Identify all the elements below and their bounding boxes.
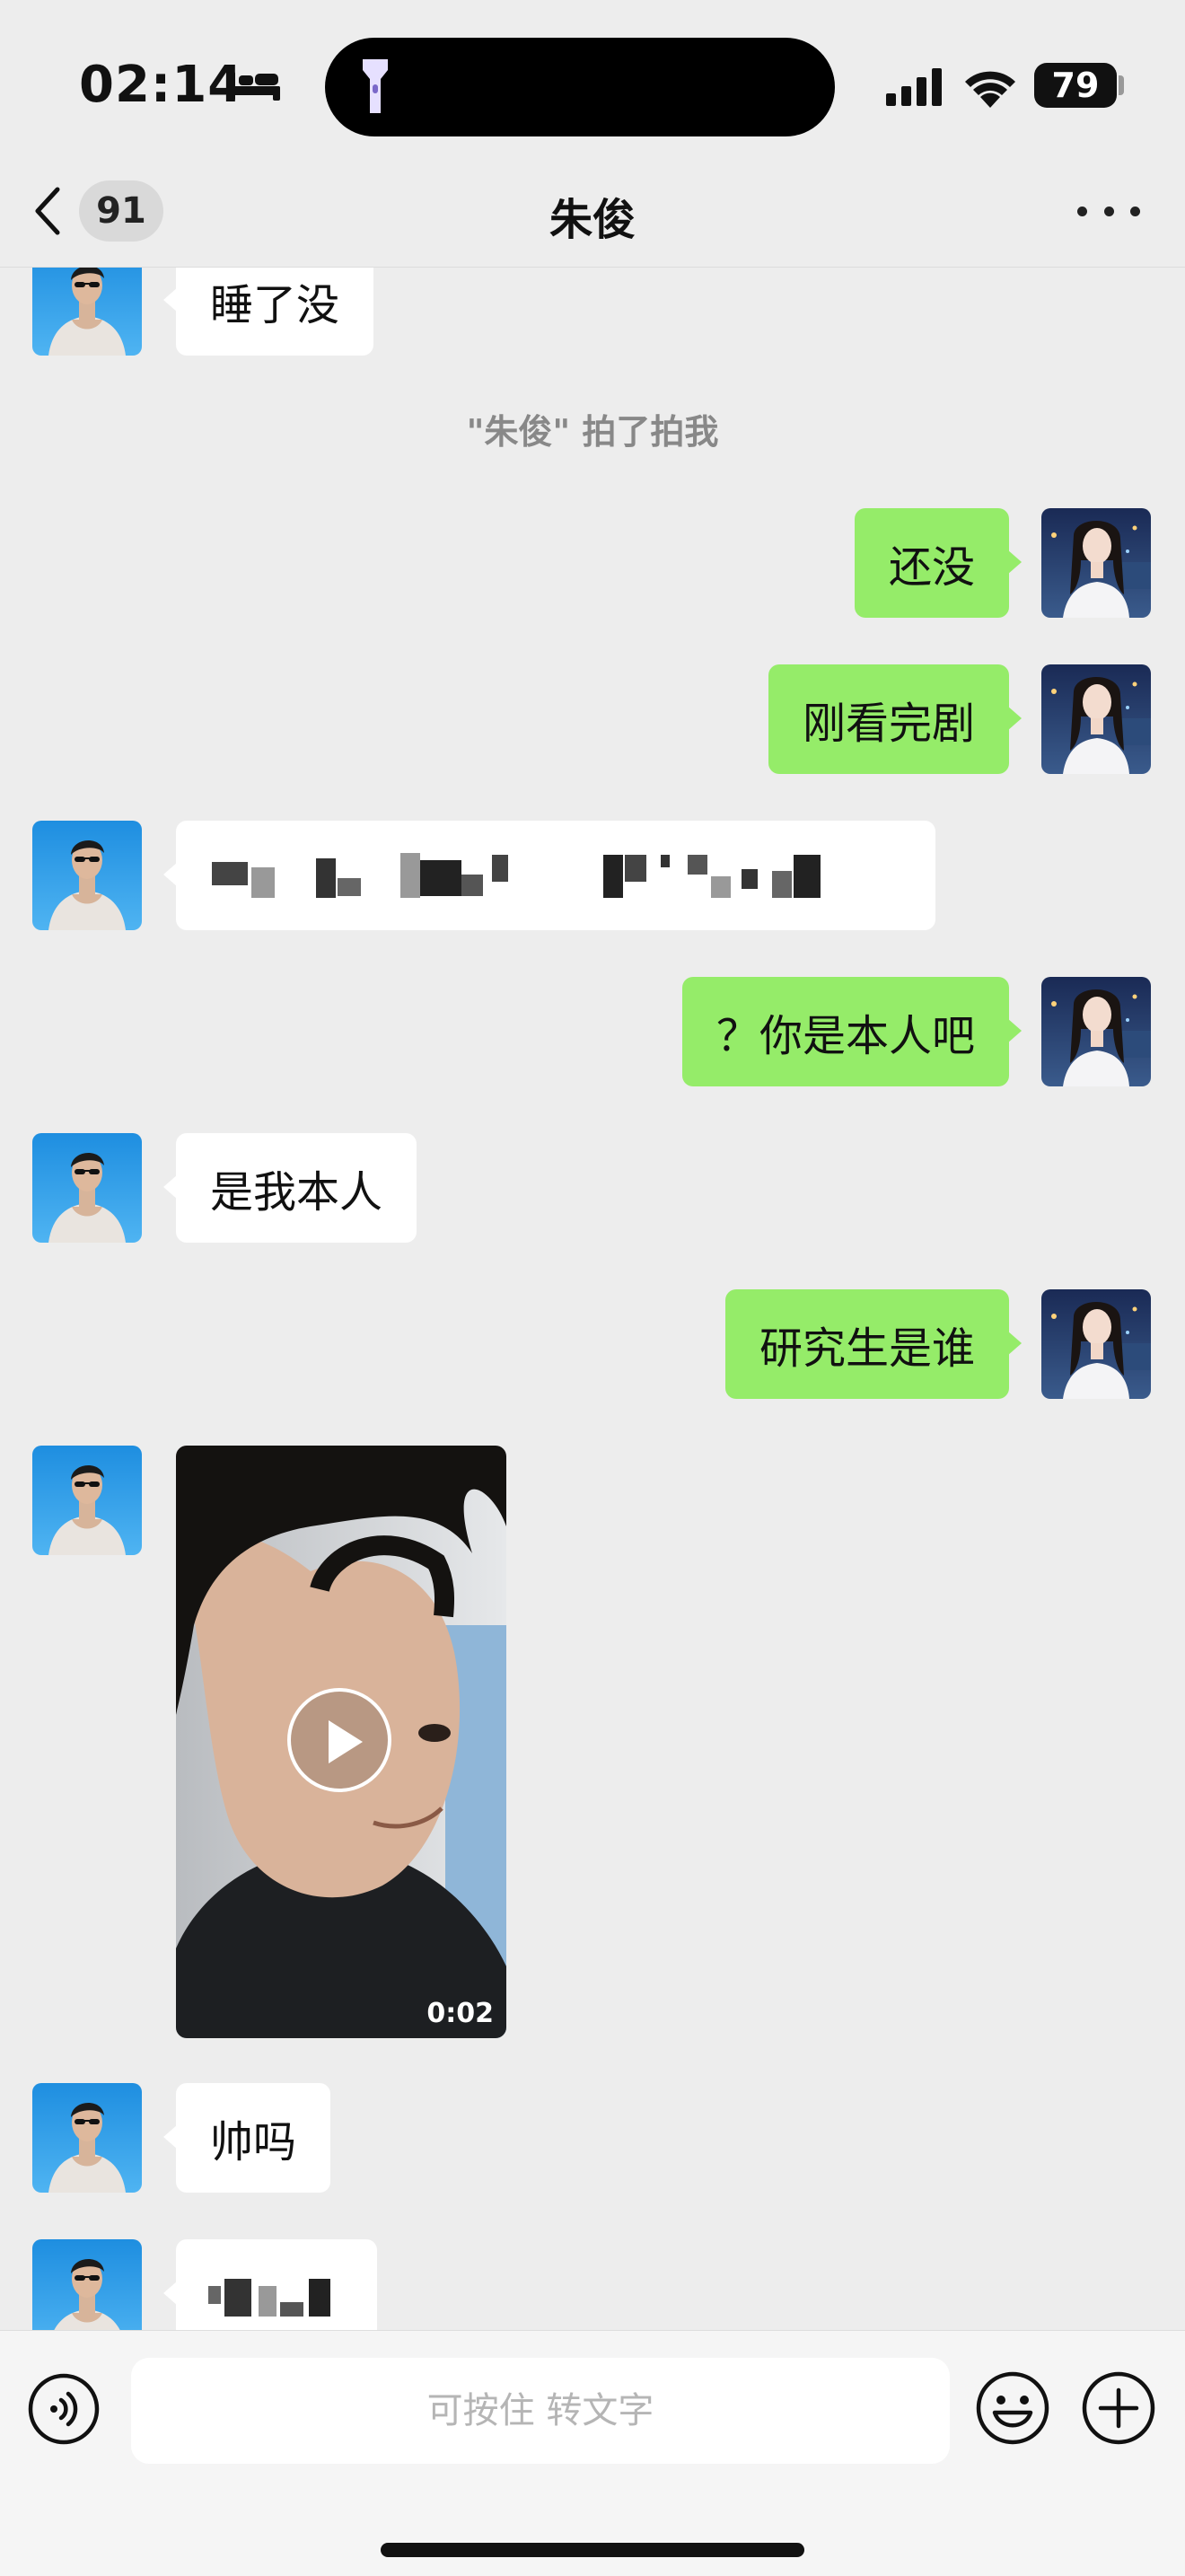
my-avatar[interactable] bbox=[1041, 977, 1151, 1086]
input-bar bbox=[0, 2330, 1185, 2576]
contact-avatar[interactable] bbox=[32, 1446, 142, 1555]
play-icon[interactable] bbox=[287, 1688, 391, 1792]
battery-icon: 79 bbox=[1034, 63, 1117, 108]
wifi-icon bbox=[965, 71, 1015, 108]
battery-cap bbox=[1119, 75, 1124, 95]
contact-avatar[interactable] bbox=[32, 268, 142, 356]
dynamic-island bbox=[325, 38, 835, 136]
home-indicator bbox=[381, 2543, 804, 2557]
my-avatar[interactable] bbox=[1041, 1289, 1151, 1399]
contact-avatar[interactable] bbox=[32, 2239, 142, 2330]
message-bubble-incoming[interactable]: 帅吗 bbox=[162, 2083, 331, 2193]
message-text: ？你是本人吧 bbox=[715, 1011, 975, 1061]
message-text: 睡了没 bbox=[210, 280, 340, 330]
chat-header: 91 朱俊 bbox=[0, 157, 1185, 268]
sleep-bed-icon bbox=[228, 72, 280, 101]
message-text: 帅吗 bbox=[210, 2117, 297, 2167]
contact-avatar[interactable] bbox=[32, 1133, 142, 1243]
message-bubble-incoming[interactable]: 是我本人 bbox=[162, 1133, 417, 1243]
message-bubble-outgoing[interactable]: 刚看完剧 bbox=[768, 664, 1023, 774]
more-dots-icon[interactable] bbox=[1077, 191, 1140, 231]
message-bubble-pixelated[interactable] bbox=[163, 2239, 377, 2330]
my-avatar[interactable] bbox=[1041, 508, 1151, 618]
message-bubble-outgoing[interactable]: 研究生是谁 bbox=[724, 1289, 1023, 1399]
message-input[interactable] bbox=[131, 2358, 950, 2464]
status-bar: 02:14 79 bbox=[0, 0, 1185, 157]
status-time: 02:14 bbox=[79, 56, 244, 114]
message-text: 是我本人 bbox=[210, 1167, 383, 1218]
message-bubble-incoming[interactable]: 睡了没 bbox=[162, 268, 374, 356]
chat-title: 朱俊 bbox=[549, 195, 636, 245]
contact-avatar[interactable] bbox=[32, 821, 142, 930]
message-text: 研究生是谁 bbox=[759, 1323, 975, 1374]
system-pat-notice: "朱俊" 拍了拍我 bbox=[466, 412, 719, 452]
message-text: 刚看完剧 bbox=[802, 699, 975, 749]
chat-messages[interactable]: 睡了没 "朱俊" 拍了拍我 还没 刚看完剧 ？你是本人吧 是我本人 研究生是谁 … bbox=[0, 268, 1185, 2330]
video-duration: 0:02 bbox=[426, 1998, 494, 2029]
flashlight-icon bbox=[363, 59, 388, 113]
emoji-icon[interactable] bbox=[975, 2370, 1050, 2446]
message-bubble-outgoing[interactable]: ？你是本人吧 bbox=[681, 977, 1023, 1086]
pixelated-text bbox=[212, 851, 894, 901]
pixelated-text bbox=[208, 2270, 343, 2320]
contact-avatar[interactable] bbox=[32, 2083, 142, 2193]
message-bubble-outgoing[interactable]: 还没 bbox=[854, 508, 1023, 618]
video-message[interactable]: 0:02 bbox=[176, 1446, 506, 2038]
plus-icon[interactable] bbox=[1081, 2370, 1156, 2446]
message-bubble-pixelated[interactable] bbox=[163, 821, 935, 930]
my-avatar[interactable] bbox=[1041, 664, 1151, 774]
voice-icon[interactable] bbox=[27, 2372, 101, 2446]
message-text: 还没 bbox=[888, 542, 975, 593]
signal-icon bbox=[886, 68, 942, 106]
